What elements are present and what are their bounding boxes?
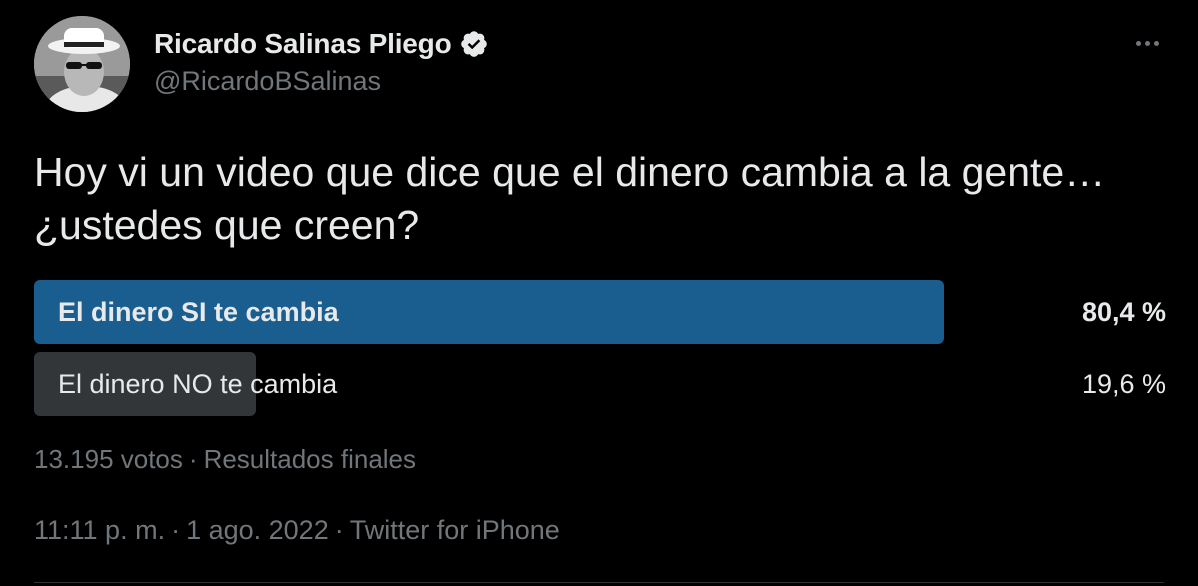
poll-option-label: El dinero NO te cambia [58,369,338,399]
tweet: Ricardo Salinas Pliego @RicardoBSalinas … [0,0,1198,586]
poll-summary: 13.195 votos · Resultados finales [34,444,417,474]
author-row: Ricardo Salinas Pliego [154,26,489,62]
tweet-time[interactable]: 11:11 p. m. [34,515,165,545]
verified-badge-icon [459,29,489,59]
poll-option-percent: 80,4 % [1081,297,1166,327]
author-handle[interactable]: @RicardoBSalinas [154,66,381,97]
poll-option: El dinero SI te cambia 80,4 % [34,280,1166,344]
poll-vote-count: 13.195 votos [34,444,183,474]
avatar[interactable] [34,16,130,112]
poll-option-label: El dinero SI te cambia [58,297,339,327]
tweet-date[interactable]: 1 ago. 2022 [186,515,329,545]
poll-option: El dinero NO te cambia 19,6 % [34,352,1166,416]
avatar-photo [34,16,130,112]
poll-option-percent: 19,6 % [1081,369,1166,399]
author-name[interactable]: Ricardo Salinas Pliego [154,28,452,60]
tweet-source[interactable]: Twitter for iPhone [350,515,560,545]
more-options-icon[interactable] [1130,30,1164,56]
tweet-timestamp: 11:11 p. m. · 1 ago. 2022 · Twitter for iPho… [34,515,560,545]
poll-status: Resultados finales [203,444,417,474]
divider [34,582,1164,583]
tweet-text: Hoy vi un video que dice que el dinero c… [34,149,1106,248]
